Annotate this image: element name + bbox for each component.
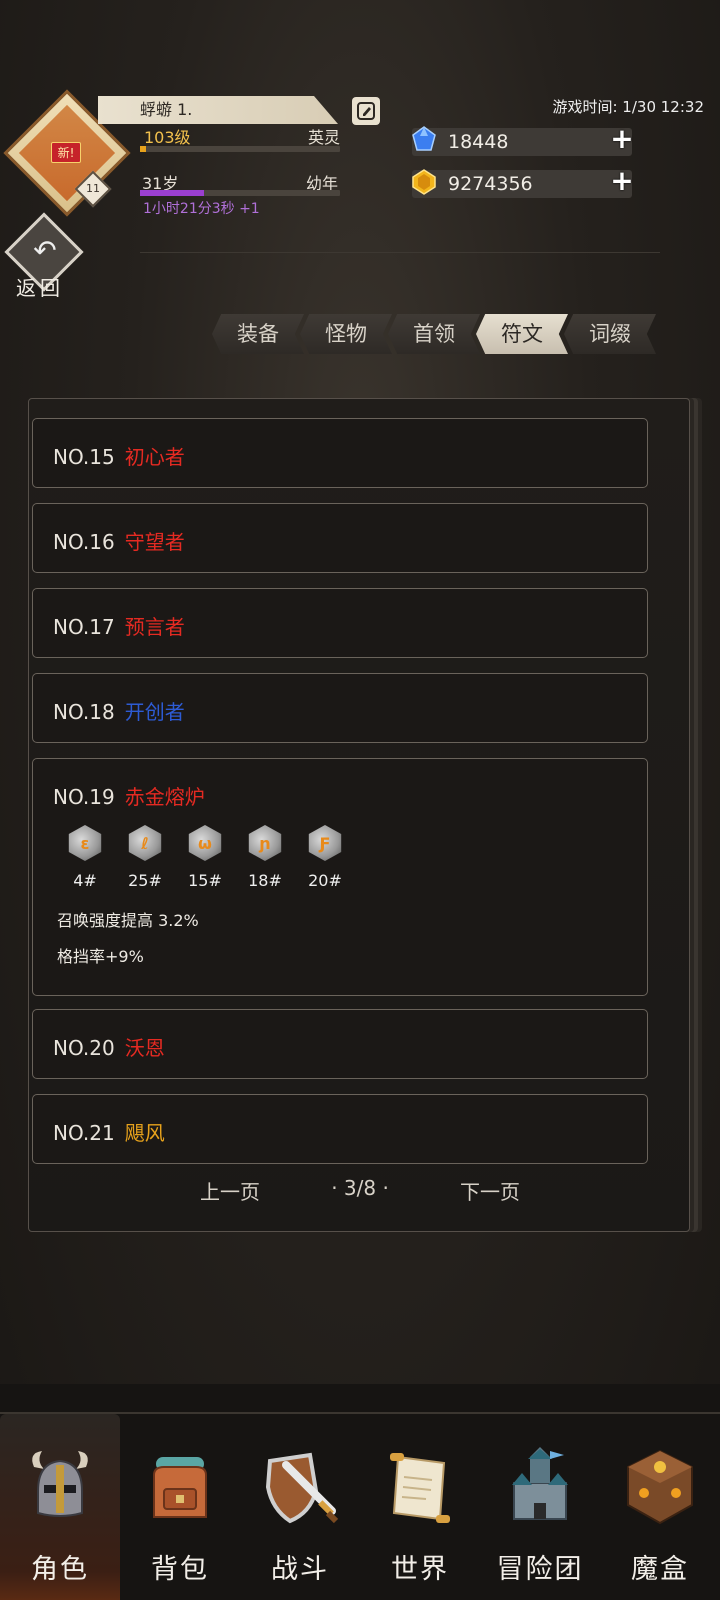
add-gems-button[interactable]: + xyxy=(610,125,634,153)
entry-name: 飓风 xyxy=(124,1121,165,1145)
rune-slot[interactable]: Ƒ 20# xyxy=(295,825,355,890)
codex-tabs: 装备 怪物 首领 符文 词缀 xyxy=(212,314,656,354)
list-item[interactable]: NO.20 沃恩 xyxy=(32,1009,648,1079)
nav-world[interactable]: 世界 xyxy=(360,1414,480,1600)
rune-icon: ɛ xyxy=(68,825,102,861)
list-item[interactable]: NO.17 预言者 xyxy=(32,588,648,658)
rune-icon: ℓ xyxy=(128,825,162,861)
age-progress-bar xyxy=(140,190,340,196)
tab-runes[interactable]: 符文 xyxy=(476,314,568,354)
entry-number: NO.20 xyxy=(53,1036,115,1060)
nav-magic-box[interactable]: 魔盒 xyxy=(600,1414,720,1600)
backpack-icon xyxy=(153,1457,207,1518)
back-label: 返回 xyxy=(16,276,64,300)
list-item-expanded[interactable]: NO.19 赤金熔炉 ɛ 4# ℓ 25# ω 15# ɲ 18# Ƒ 20# 召… xyxy=(32,758,648,996)
rune-icon: Ƒ xyxy=(308,825,342,861)
add-gold-button[interactable]: + xyxy=(610,167,634,195)
magic-box-icon xyxy=(627,1449,693,1525)
tab-monsters[interactable]: 怪物 xyxy=(300,314,392,354)
blue-gem-icon xyxy=(412,126,436,151)
list-item[interactable]: NO.15 初心者 xyxy=(32,418,648,488)
rune-slot[interactable]: ɲ 18# xyxy=(235,825,295,890)
game-time: 游戏时间: 1/30 12:32 xyxy=(552,98,704,116)
gem-balance: 18448 xyxy=(412,128,632,156)
gold-crystal-icon xyxy=(412,169,436,195)
level-progress-bar xyxy=(140,146,340,152)
tab-equipment[interactable]: 装备 xyxy=(212,314,304,354)
list-item[interactable]: NO.21 飓风 xyxy=(32,1094,648,1164)
tab-bosses[interactable]: 首领 xyxy=(388,314,480,354)
bottom-nav: 角色 背包 战斗 世界 冒险团 魔盒 xyxy=(0,1412,720,1600)
rune-icon: ω xyxy=(188,825,222,861)
nav-adventure-group[interactable]: 冒险团 xyxy=(480,1414,600,1600)
pagination: 上一页 · 3/8 · 下一页 xyxy=(200,1176,520,1205)
nav-character[interactable]: 角色 xyxy=(0,1414,120,1600)
player-name: 蜉蝣 1. xyxy=(98,96,338,124)
age-timer: 1小时21分3秒 +1 xyxy=(143,201,260,217)
entry-name: 预言者 xyxy=(124,615,185,639)
entry-number: NO.17 xyxy=(53,615,115,639)
castle-icon xyxy=(512,1447,568,1520)
rune-set: ɛ 4# ℓ 25# ω 15# ɲ 18# Ƒ 20# xyxy=(55,825,355,890)
scroll-icon xyxy=(390,1453,450,1523)
player-rank: 英灵 xyxy=(307,128,340,147)
entry-number: NO.18 xyxy=(53,700,115,724)
entry-number: NO.21 xyxy=(53,1121,115,1145)
back-arrow-icon: ↶ xyxy=(33,234,57,267)
entry-name: 开创者 xyxy=(124,700,185,724)
sword-shield-icon xyxy=(265,1452,339,1524)
prev-page-button[interactable]: 上一页 xyxy=(200,1176,260,1205)
entry-number: NO.19 xyxy=(53,785,115,809)
nav-backpack[interactable]: 背包 xyxy=(120,1414,240,1600)
new-badge: 新! xyxy=(50,142,82,163)
rune-icon: ɲ xyxy=(248,825,282,861)
entry-name: 初心者 xyxy=(124,445,185,469)
rune-slot[interactable]: ω 15# xyxy=(175,825,235,890)
page-indicator: · 3/8 · xyxy=(331,1176,389,1200)
edit-name-button[interactable] xyxy=(352,97,380,125)
header-divider xyxy=(140,252,660,253)
rune-slot[interactable]: ℓ 25# xyxy=(115,825,175,890)
gold-balance: 9274356 xyxy=(412,170,632,198)
entry-name: 守望者 xyxy=(124,530,185,554)
edit-icon xyxy=(357,102,375,120)
entry-name: 赤金熔炉 xyxy=(124,785,205,809)
player-level: 103级 xyxy=(144,128,191,147)
rune-slot[interactable]: ɛ 4# xyxy=(55,825,115,890)
entry-number: NO.16 xyxy=(53,530,115,554)
tab-affixes[interactable]: 词缀 xyxy=(564,314,656,354)
next-page-button[interactable]: 下一页 xyxy=(460,1176,520,1205)
nav-battle[interactable]: 战斗 xyxy=(240,1414,360,1600)
helmet-icon xyxy=(32,1451,88,1517)
list-item[interactable]: NO.18 开创者 xyxy=(32,673,648,743)
entry-name: 沃恩 xyxy=(124,1036,165,1060)
entry-number: NO.15 xyxy=(53,445,115,469)
list-item[interactable]: NO.16 守望者 xyxy=(32,503,648,573)
rune-effect: 格挡率+9% xyxy=(57,947,144,966)
rune-effect: 召唤强度提高 3.2% xyxy=(57,911,199,930)
